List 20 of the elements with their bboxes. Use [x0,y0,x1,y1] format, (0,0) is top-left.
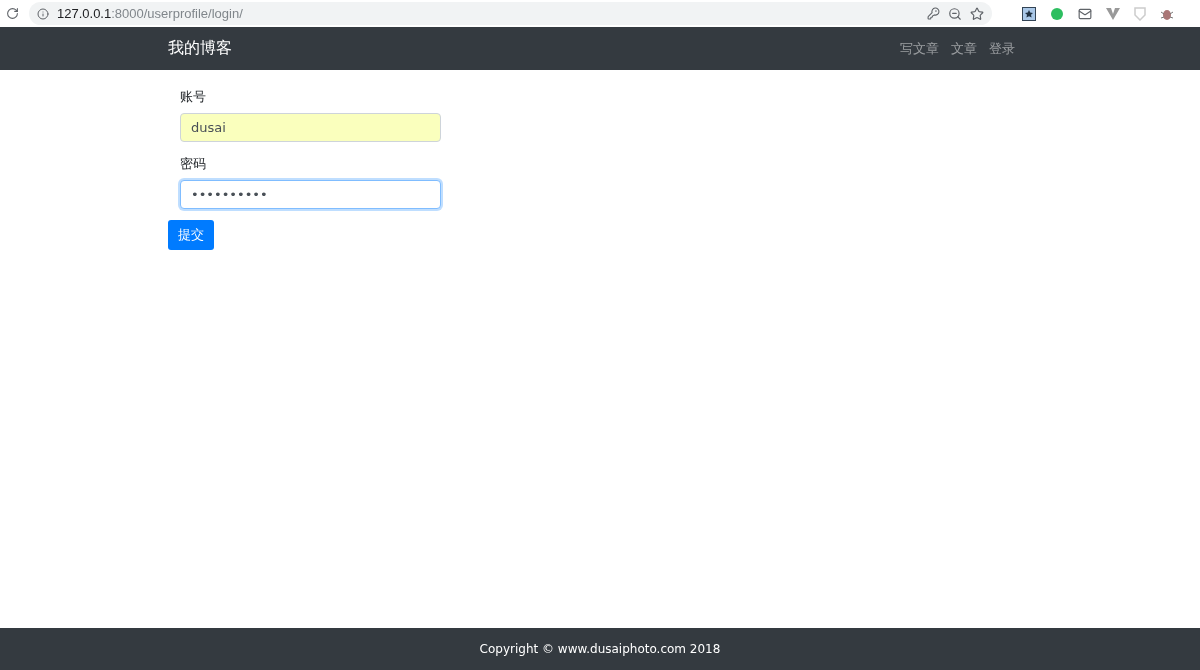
v-extension-icon[interactable] [1106,7,1120,20]
address-bar[interactable]: 127.0.0.1:8000/userprofile/login/ [29,2,992,25]
field-label: 账号 [180,88,207,106]
copyright-text: Copyright © www.dusaiphoto.com 2018 [479,642,721,656]
mail-icon[interactable] [1078,6,1092,21]
field-label: 密码 [180,155,207,173]
info-icon[interactable] [37,7,49,20]
reload-icon[interactable] [6,7,19,20]
url-text: 127.0.0.1:8000/userprofile/login/ [57,6,243,21]
star-icon[interactable] [970,6,984,21]
nav-link[interactable]: 写文章 [900,39,939,58]
nav-link[interactable]: 文章 [951,39,977,58]
key-icon[interactable] [927,7,940,20]
nav-link[interactable]: 登录 [989,39,1015,58]
input-field[interactable]: dusai [180,113,441,142]
input-field[interactable]: •••••••••• [180,180,441,209]
bookmark-extension-icon[interactable] [1022,6,1036,21]
zoom-out-icon[interactable] [948,6,962,21]
brand-link[interactable]: 我的博客 [168,38,232,59]
submit-button[interactable]: 提交 [168,220,214,250]
